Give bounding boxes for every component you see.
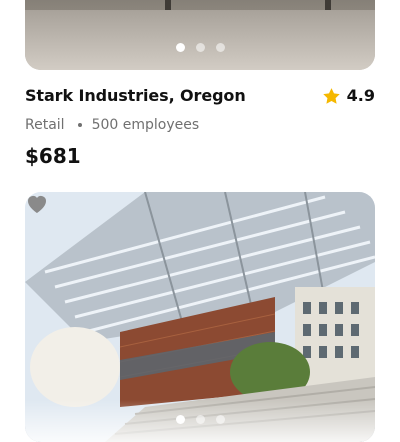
listing-title[interactable]: Stark Industries, Oregon	[25, 86, 246, 105]
listing-feed: Stark Industries, Oregon 4.9 Retail 500 …	[0, 0, 400, 442]
listing-category: Retail	[25, 117, 65, 133]
carousel-dot-2[interactable]	[195, 43, 205, 52]
star-icon	[322, 87, 340, 104]
listing-rating: 4.9	[322, 86, 375, 105]
carousel-dot-3[interactable]	[215, 43, 225, 52]
listing-employees: 500 employees	[91, 117, 200, 133]
listing-meta: Retail 500 employees	[25, 117, 199, 133]
listing-image-carousel[interactable]	[25, 0, 375, 70]
carousel-dot-1[interactable]	[175, 43, 185, 52]
heart-icon[interactable]	[25, 192, 49, 214]
listing-image-carousel[interactable]	[25, 192, 375, 442]
rating-value: 4.9	[346, 86, 375, 105]
carousel-dot-3[interactable]	[215, 415, 225, 424]
carousel-dot-2[interactable]	[195, 415, 205, 424]
listing-price: $681	[25, 144, 81, 168]
carousel-dots	[25, 43, 375, 52]
carousel-dots	[25, 415, 375, 424]
meta-separator	[77, 123, 82, 127]
carousel-dot-1[interactable]	[175, 415, 185, 424]
image-floor	[25, 10, 375, 70]
